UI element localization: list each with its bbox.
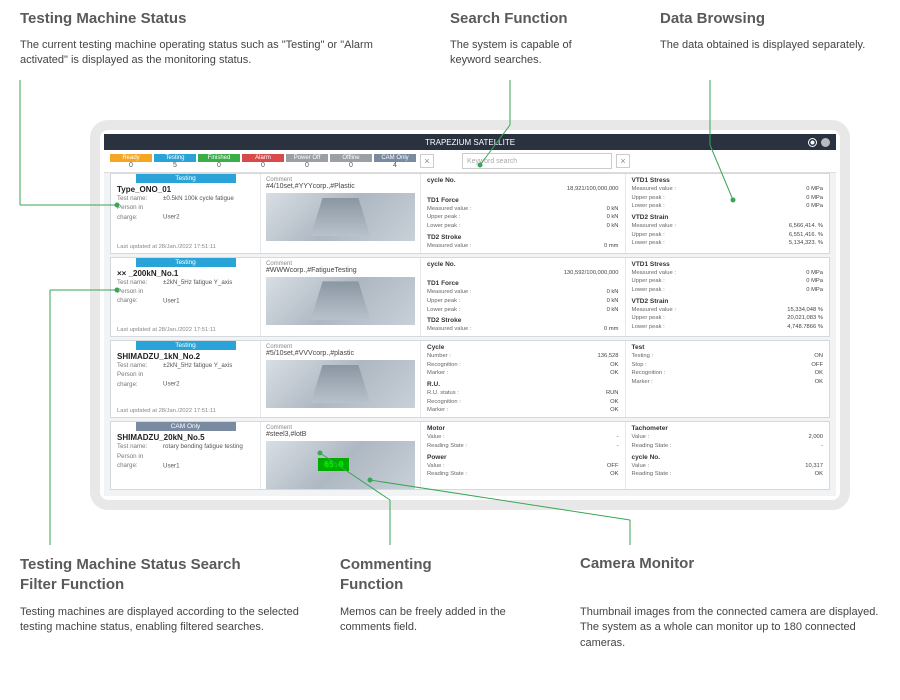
filter-chip-count: 0 [129, 162, 133, 169]
filter-chip-count: 4 [393, 162, 397, 169]
data-column: CycleNumber :136,528Recognition :OKMarke… [421, 341, 626, 417]
status-badge: Testing [136, 258, 236, 267]
callout-body-filter: Testing machines are displayed according… [20, 605, 300, 636]
machine-row[interactable]: CAM Only SHIMADZU_20kN_No.5Test name:rota… [110, 421, 830, 490]
filter-chip-cam-only[interactable]: CAM Only4 [374, 154, 416, 169]
comment-text[interactable]: #4/10set,#YYYcorp.,#Plastic [266, 183, 415, 190]
callout-body-status: The current testing machine operating st… [20, 38, 400, 69]
data-column: TachometerValue :2,000Reading State :-cy… [626, 422, 830, 489]
data-columns: CycleNumber :136,528Recognition :OKMarke… [421, 341, 829, 417]
machine-info: Testing ×× _200kN_No.1Test name:±2kN_5Hz … [111, 258, 261, 337]
filter-chip-label: CAM Only [374, 154, 416, 162]
filter-chip-count: 5 [173, 162, 177, 169]
status-badge: CAM Only [136, 422, 236, 431]
clear-filter-button[interactable]: × [420, 154, 434, 168]
filter-chip-label: Offline [330, 154, 372, 162]
comment-text[interactable]: #steel3,#lotB [266, 431, 415, 438]
last-updated: Last updated at 28/Jan./2022 17:51:11 [117, 327, 216, 333]
data-column: VTD1 StressMeasured value :0 MPaUpper pe… [626, 174, 830, 253]
filter-chip-count: 0 [305, 162, 309, 169]
machine-row[interactable]: Testing ×× _200kN_No.1Test name:±2kN_5Hz … [110, 257, 830, 338]
comment-text[interactable]: #5/10set,#VVVcorp.,#plastic [266, 350, 415, 357]
filter-bar: Ready0Testing5Finished0Alarm0Power Off0O… [104, 150, 836, 173]
user-icon[interactable] [821, 138, 830, 147]
machine-name: ×× _200kN_No.1 [117, 269, 254, 278]
app-screen: TRAPEZIUM SATELLITE Ready0Testing5Finish… [104, 134, 836, 496]
machine-info: Testing SHIMADZU_1kN_No.2Test name:±2kN_5… [111, 341, 261, 417]
last-updated: Last updated at 28/Jan./2022 17:51:11 [117, 408, 216, 414]
comment-text[interactable]: #WWWcorp.,#FatigueTesting [266, 267, 415, 274]
filter-chip-label: Testing [154, 154, 196, 162]
filter-chip-count: 0 [349, 162, 353, 169]
last-updated: Last updated at 28/Jan./2022 17:51:11 [117, 244, 216, 250]
filter-chip-testing[interactable]: Testing5 [154, 154, 196, 169]
callout-body-browsing: The data obtained is displayed separatel… [660, 38, 880, 53]
camera-thumbnail[interactable] [266, 277, 415, 325]
machine-name: Type_ONO_01 [117, 185, 254, 194]
comment-column: Comment#5/10set,#VVVcorp.,#plastic [261, 341, 421, 417]
person-in-charge: Person in charge:User1 [117, 452, 254, 471]
comment-column: Comment#WWWcorp.,#FatigueTesting [261, 258, 421, 337]
search-input[interactable]: Keyword search [462, 153, 612, 169]
callout-title-status: Testing Machine Status [20, 10, 186, 27]
clear-search-button[interactable]: × [616, 154, 630, 168]
data-columns: MotorValue :-Reading State :-PowerValue … [421, 422, 829, 489]
filter-chip-label: Alarm [242, 154, 284, 162]
data-column: cycle No.130,592/100,000,000TD1 ForceMea… [421, 258, 626, 337]
filter-chip-offline[interactable]: Offline0 [330, 154, 372, 169]
machine-list: Testing Type_ONO_01Test name:±0.5kN 100k … [104, 173, 836, 496]
callout-title-search: Search Function [450, 10, 568, 27]
data-column: VTD1 StressMeasured value :0 MPaUpper pe… [626, 258, 830, 337]
data-column: MotorValue :-Reading State :-PowerValue … [421, 422, 626, 489]
machine-name: SHIMADZU_20kN_No.5 [117, 433, 254, 442]
machine-row[interactable]: Testing Type_ONO_01Test name:±0.5kN 100k … [110, 173, 830, 254]
person-in-charge: Person in charge:User2 [117, 370, 254, 389]
filter-chip-count: 0 [261, 162, 265, 169]
search-placeholder: Keyword search [467, 158, 517, 165]
filter-chip-label: Finished [198, 154, 240, 162]
filter-chip-power-off[interactable]: Power Off0 [286, 154, 328, 169]
data-columns: cycle No.18,921/100,000,000TD1 ForceMeas… [421, 174, 829, 253]
machine-info: CAM Only SHIMADZU_20kN_No.5Test name:rota… [111, 422, 261, 489]
person-in-charge: Person in charge:User1 [117, 287, 254, 306]
camera-thumbnail[interactable] [266, 193, 415, 241]
filter-chip-count: 0 [217, 162, 221, 169]
machine-name: SHIMADZU_1kN_No.2 [117, 352, 254, 361]
tablet-frame: TRAPEZIUM SATELLITE Ready0Testing5Finish… [90, 120, 850, 510]
test-name: Test name:±2kN_5Hz fatigue Y_axis [117, 361, 254, 370]
filter-chip-finished[interactable]: Finished0 [198, 154, 240, 169]
test-name: Test name:±0.5kN 100k cycle fatigue [117, 194, 254, 203]
data-column: cycle No.18,921/100,000,000TD1 ForceMeas… [421, 174, 626, 253]
filter-chip-alarm[interactable]: Alarm0 [242, 154, 284, 169]
machine-row[interactable]: Testing SHIMADZU_1kN_No.2Test name:±2kN_5… [110, 340, 830, 418]
data-columns: cycle No.130,592/100,000,000TD1 ForceMea… [421, 258, 829, 337]
status-badge: Testing [136, 174, 236, 183]
callout-title-filter: Testing Machine Status Search Filter Fun… [20, 555, 280, 594]
titlebar: TRAPEZIUM SATELLITE [104, 134, 836, 150]
camera-thumbnail[interactable] [266, 441, 415, 489]
machine-info: Testing Type_ONO_01Test name:±0.5kN 100k … [111, 174, 261, 253]
gear-icon[interactable] [808, 138, 817, 147]
camera-thumbnail[interactable] [266, 360, 415, 408]
app-title: TRAPEZIUM SATELLITE [425, 138, 515, 147]
callout-body-camera: Thumbnail images from the connected came… [580, 605, 880, 651]
callout-body-comment: Memos can be freely added in the comment… [340, 605, 520, 636]
filter-chip-label: Ready [110, 154, 152, 162]
test-name: Test name:±2kN_5Hz fatigue Y_axis [117, 278, 254, 287]
test-name: Test name:rotary bending fatigue testing [117, 442, 254, 451]
callout-title-browsing: Data Browsing [660, 10, 765, 27]
status-badge: Testing [136, 341, 236, 350]
callout-body-search: The system is capable of keyword searche… [450, 38, 610, 69]
filter-chip-ready[interactable]: Ready0 [110, 154, 152, 169]
callout-title-camera: Camera Monitor [580, 555, 694, 572]
comment-column: Comment#steel3,#lotB [261, 422, 421, 489]
person-in-charge: Person in charge:User2 [117, 203, 254, 222]
data-column: TestTesting :ONStop :OFFRecognition :OKM… [626, 341, 830, 417]
callout-title-comment: Commenting Function [340, 555, 490, 594]
filter-chip-label: Power Off [286, 154, 328, 162]
comment-column: Comment#4/10set,#YYYcorp.,#Plastic [261, 174, 421, 253]
